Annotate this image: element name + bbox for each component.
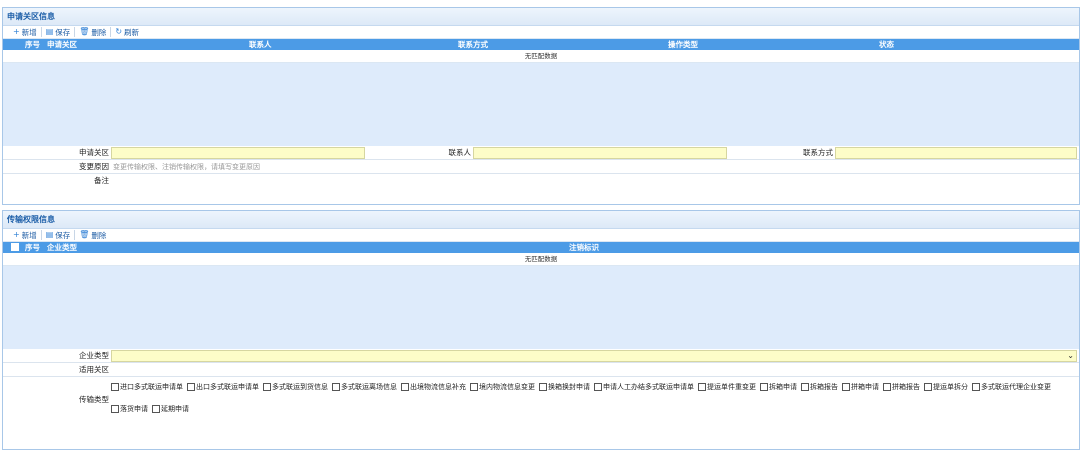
applicable-customs-label: 适用关区 xyxy=(79,365,109,374)
checkbox[interactable] xyxy=(111,383,119,391)
transmission-type-option[interactable]: 进口多式联运申请单 xyxy=(111,379,183,395)
contact-label: 联系人 xyxy=(448,148,472,157)
no-data-message: 无匹配数据 xyxy=(3,253,1079,266)
toolbar: + 新增 ▤ 保存 🗑 删除 ↻ 刷新 xyxy=(3,26,1079,39)
transmission-type-option[interactable]: 换箱换封申请 xyxy=(539,379,590,395)
remark-label: 备注 xyxy=(94,176,109,185)
transmission-type-option[interactable]: 多式联运离场信息 xyxy=(332,379,397,395)
col-cancel-flag[interactable]: 注销标识 xyxy=(569,242,599,253)
applicable-customs-input[interactable] xyxy=(111,363,1071,376)
col-contact-method[interactable]: 联系方式 xyxy=(458,39,488,50)
contact-input[interactable] xyxy=(473,147,727,159)
apply-customs-label: 申请关区 xyxy=(79,148,109,157)
transmission-type-option[interactable]: 延期申请 xyxy=(152,401,189,417)
trash-icon: 🗑 xyxy=(79,27,90,36)
transmission-type-option[interactable]: 提运单拆分 xyxy=(924,379,968,395)
transmission-type-option[interactable]: 多式联运到货信息 xyxy=(263,379,328,395)
form-row-apply-customs: 申请关区 联系人 联系方式 xyxy=(3,146,1079,160)
chevron-down-icon[interactable]: ⌄ xyxy=(1067,351,1074,361)
form-row-transmission-type: 传输类型 进口多式联运申请单 出口多式联运申请单 多式联运到货信息 多式联运离场信息出… xyxy=(3,377,1079,423)
checkbox[interactable] xyxy=(698,383,706,391)
transmission-permission-panel: 传输权限信息 + 新增 ▤ 保存 🗑 删除 序号 企业类型 注销标识 无匹配数据 企业… xyxy=(2,210,1080,450)
col-status[interactable]: 状态 xyxy=(879,39,894,50)
transmission-type-option[interactable]: 多式联运代理企业变更 xyxy=(972,379,1051,395)
grid-body xyxy=(3,63,1079,146)
checkbox[interactable] xyxy=(111,405,119,413)
delete-button[interactable]: 🗑 删除 xyxy=(75,27,112,37)
panel-title: 申请关区信息 xyxy=(3,8,1079,26)
apply-customs-input[interactable] xyxy=(111,147,365,159)
col-contact[interactable]: 联系人 xyxy=(249,39,272,50)
transmission-type-option[interactable]: 申请人工办结多式联运申请单 xyxy=(594,379,694,395)
plus-icon: + xyxy=(13,27,20,36)
checkbox[interactable] xyxy=(801,383,809,391)
checkbox[interactable] xyxy=(972,383,980,391)
checkbox[interactable] xyxy=(401,383,409,391)
transmission-type-option[interactable]: 出口多式联运申请单 xyxy=(187,379,259,395)
add-button[interactable]: + 新增 xyxy=(9,230,42,240)
checkbox[interactable] xyxy=(760,383,768,391)
add-button[interactable]: + 新增 xyxy=(9,27,42,37)
checkbox[interactable] xyxy=(152,405,160,413)
checkbox[interactable] xyxy=(539,383,547,391)
checkbox[interactable] xyxy=(187,383,195,391)
checkbox[interactable] xyxy=(263,383,271,391)
no-data-message: 无匹配数据 xyxy=(3,50,1079,63)
transmission-type-option[interactable]: 出境物流信息补充 xyxy=(401,379,466,395)
transmission-type-option[interactable]: 境内物流信息变更 xyxy=(470,379,535,395)
form-row-remark: 备注 xyxy=(3,174,1079,188)
transmission-type-option[interactable]: 拼箱报告 xyxy=(883,379,920,395)
contact-method-label: 联系方式 xyxy=(803,148,833,157)
col-index[interactable]: 序号 xyxy=(25,242,40,253)
checkbox[interactable] xyxy=(594,383,602,391)
panel-title: 传输权限信息 xyxy=(3,211,1079,229)
col-operation-type[interactable]: 操作类型 xyxy=(668,39,698,50)
save-icon: ▤ xyxy=(45,230,54,239)
col-enterprise-type[interactable]: 企业类型 xyxy=(47,242,77,253)
transmission-type-option[interactable]: 提运单件重变更 xyxy=(698,379,756,395)
enterprise-type-label: 企业类型 xyxy=(79,351,109,360)
apply-customs-panel: 申请关区信息 + 新增 ▤ 保存 🗑 删除 ↻ 刷新 序号 申请关区 联系人 联系方式 … xyxy=(2,7,1080,205)
checkbox[interactable] xyxy=(842,383,850,391)
transmission-type-label: 传输类型 xyxy=(79,395,109,404)
reason-label: 变更原因 xyxy=(79,162,109,171)
remark-input[interactable] xyxy=(111,174,1071,188)
grid-header: 序号 申请关区 联系人 联系方式 操作类型 状态 xyxy=(3,39,1079,50)
form-row-reason: 变更原因 变更传输权限、注销传输权限，请填写变更原因 xyxy=(3,160,1079,174)
grid-header: 序号 企业类型 注销标识 xyxy=(3,242,1079,253)
save-button[interactable]: ▤ 保存 xyxy=(42,230,76,240)
transmission-type-option[interactable]: 拼箱申请 xyxy=(842,379,879,395)
trash-icon: 🗑 xyxy=(79,230,90,239)
refresh-icon: ↻ xyxy=(115,27,123,36)
plus-icon: + xyxy=(13,230,20,239)
checkbox[interactable] xyxy=(470,383,478,391)
transmission-type-option[interactable]: 拆箱申请 xyxy=(760,379,797,395)
toolbar: + 新增 ▤ 保存 🗑 删除 xyxy=(3,229,1079,242)
enterprise-type-select[interactable]: ⌄ xyxy=(111,350,1077,362)
col-apply-customs[interactable]: 申请关区 xyxy=(47,39,77,50)
transmission-type-checkboxes: 进口多式联运申请单 出口多式联运申请单 多式联运到货信息 多式联运离场信息 出境物流信息… xyxy=(111,377,1077,423)
delete-button[interactable]: 🗑 删除 xyxy=(75,230,110,240)
form-row-applicable-customs: 适用关区 xyxy=(3,363,1079,377)
refresh-button[interactable]: ↻ 刷新 xyxy=(111,27,143,37)
grid-body xyxy=(3,266,1079,349)
save-button[interactable]: ▤ 保存 xyxy=(42,27,76,37)
col-index[interactable]: 序号 xyxy=(25,39,40,50)
checkbox[interactable] xyxy=(924,383,932,391)
select-all-checkbox[interactable] xyxy=(11,243,19,254)
form-row-enterprise-type: 企业类型 ⌄ xyxy=(3,349,1079,363)
transmission-type-option[interactable]: 拆箱报告 xyxy=(801,379,838,395)
checkbox[interactable] xyxy=(332,383,340,391)
reason-input[interactable]: 变更传输权限、注销传输权限，请填写变更原因 xyxy=(111,160,1071,173)
contact-method-input[interactable] xyxy=(835,147,1077,159)
checkbox[interactable] xyxy=(883,383,891,391)
save-icon: ▤ xyxy=(45,27,54,36)
transmission-type-option[interactable]: 落货申请 xyxy=(111,401,148,417)
